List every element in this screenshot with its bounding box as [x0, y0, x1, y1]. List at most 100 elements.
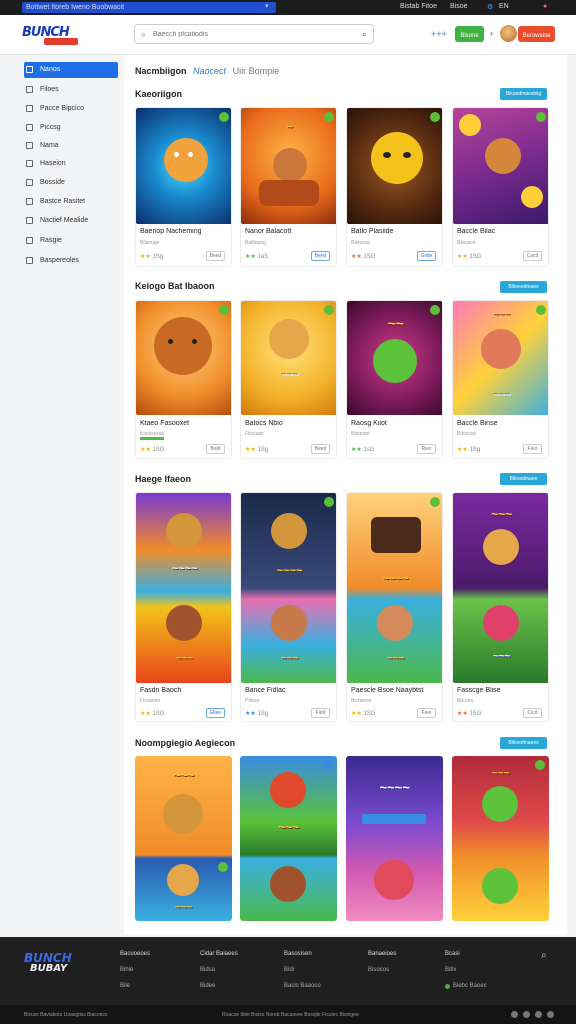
game-card[interactable]: ~~~~ [346, 756, 443, 921]
chevron-down-icon[interactable]: ▾ [265, 2, 269, 10]
play-button[interactable]: Riec [417, 444, 436, 454]
game-card[interactable]: Batlo Plasiide Ristoraa ★★ 1SG Giide [346, 107, 443, 267]
sidebar-item-nactief[interactable]: Nactief Mealide [24, 213, 118, 229]
game-card[interactable]: ~~~ Batocs Nbio Filscaan ★★ 1Sg Beed [240, 300, 337, 459]
grid-icon[interactable]: +++ [431, 29, 447, 39]
facebook-icon[interactable] [511, 1011, 518, 1018]
view-all-button[interactable]: Bikoedmaees [500, 737, 547, 749]
play-button[interactable]: Beed [311, 251, 330, 261]
game-thumbnail[interactable]: ~~~ [241, 301, 336, 415]
play-button[interactable]: Beed [311, 444, 330, 454]
footer-logo[interactable]: BUNCH BUBAY [24, 951, 84, 979]
play-button[interactable]: Ellee [206, 708, 225, 718]
twitter-icon[interactable] [523, 1011, 530, 1018]
footer-link[interactable]: Bitiv [445, 967, 456, 973]
footer-link[interactable]: Bidsa [200, 967, 215, 973]
sidebar-item-baspereoles[interactable]: Baspereoles [24, 253, 118, 269]
favorite-badge-icon[interactable] [536, 305, 546, 315]
game-thumbnail[interactable]: ~~~ ~~~ [453, 301, 548, 415]
game-card[interactable]: ~~~~ ~~~ Paescle Bsoe Naaybtst Bicheoss … [346, 492, 443, 722]
magnifier-icon[interactable]: ⌕ [362, 29, 367, 40]
view-all-button[interactable]: Bikeeedmaes [500, 281, 547, 293]
favorite-badge-icon[interactable] [430, 497, 440, 507]
sidebar-item-bosside[interactable]: Bosside [24, 175, 118, 191]
game-card[interactable]: ~~~ [240, 756, 337, 921]
topbar-link-1[interactable]: Bistab Fitoe [400, 3, 437, 10]
favorite-badge-icon[interactable] [323, 760, 333, 770]
footer-link[interactable]: Bisocos [368, 967, 389, 973]
game-card[interactable]: ~ Nanor Balacott Batlioung ★★ 1aS Beed [240, 107, 337, 267]
game-card[interactable]: ~~~ ~~~ Fasscge Blise Bilcoes ★★ 1SG Cic… [452, 492, 549, 722]
sidebar-item-filoes[interactable]: Filoes [24, 82, 118, 98]
sidebar-item-haseion[interactable]: Haseion [24, 156, 118, 172]
game-card[interactable]: Baccle Bilac Bilxsace ★★ 1SG Cacd [452, 107, 549, 267]
game-thumbnail[interactable] [136, 301, 231, 415]
game-thumbnail[interactable]: ~~~ [240, 756, 337, 921]
sidebar-item-nanos[interactable]: Nanos [24, 62, 118, 78]
search-input[interactable] [153, 28, 343, 41]
game-thumbnail[interactable] [136, 108, 231, 224]
game-thumbnail[interactable]: ~~~~ ~~~ [347, 493, 442, 683]
play-button[interactable]: Giide [417, 251, 436, 261]
favorite-badge-icon[interactable] [430, 112, 440, 122]
youtube-icon[interactable] [547, 1011, 554, 1018]
sidebar-item-bastce[interactable]: Bastce Rasitet [24, 194, 118, 210]
footer-link[interactable]: Bacis Baaoco [284, 983, 321, 989]
favorite-badge-icon[interactable] [218, 862, 228, 872]
game-thumbnail[interactable]: ~~~ [452, 756, 549, 921]
footer-link[interactable]: Bile [120, 983, 130, 989]
view-all-button[interactable]: Bikoedmaee [500, 473, 547, 485]
footer-link[interactable]: Bidee [200, 983, 215, 989]
search-icon[interactable]: ⌕ [541, 950, 547, 961]
play-button[interactable]: Fieo [523, 444, 542, 454]
green-action-button[interactable]: Bisone [455, 26, 484, 42]
favorite-badge-icon[interactable] [324, 305, 334, 315]
brand-logo[interactable]: BUNCH [22, 24, 84, 48]
view-all-button[interactable]: Bikoedmaesbiig [500, 88, 547, 100]
game-thumbnail[interactable] [347, 108, 442, 224]
game-card[interactable]: ~~~ ~~~ [135, 756, 232, 921]
notice-message[interactable]: Bottwet Itoreb Iweno Buobwacit [22, 2, 276, 13]
game-thumbnail[interactable]: ~~~~ ~~~ [136, 493, 231, 683]
favorite-badge-icon[interactable] [536, 112, 546, 122]
game-card[interactable]: Baenop Nacheming Bilanuge ★★ 1Sg Beed [135, 107, 232, 267]
settings-icon[interactable]: ⚙ [487, 3, 493, 11]
language-label[interactable]: EN [499, 3, 509, 10]
favorite-badge-icon[interactable] [324, 112, 334, 122]
game-card[interactable]: ~~~~ ~~~ Barice Fidlac Pilioss ★★ 1Sg Fi… [240, 492, 337, 722]
game-thumbnail[interactable]: ~~~ ~~~ [453, 493, 548, 683]
footer-link[interactable]: Biebc Baoec [453, 983, 487, 989]
footer-link[interactable]: Bihle [120, 967, 133, 973]
play-button[interactable]: Bald [206, 444, 225, 454]
game-thumbnail[interactable]: ~ [241, 108, 336, 224]
user-icon[interactable]: ● [543, 3, 547, 10]
legal-links[interactable]: Roacse Ibiet Bisise Noreb Bacasvee Bosqi… [222, 1012, 359, 1018]
game-thumbnail[interactable] [453, 108, 548, 224]
game-card[interactable]: Ktaeo Fasooxet Ktsstsssue ★★ 1SG Bald [135, 300, 232, 459]
game-thumbnail[interactable]: ~~~~ ~~~ [241, 493, 336, 683]
play-button[interactable]: Fiee [417, 708, 436, 718]
play-button[interactable]: Cicd [523, 708, 542, 718]
avatar[interactable] [500, 25, 517, 42]
game-card[interactable]: ~~ Raosg Kiiot Bitoetan ★★ 1sG Riec [346, 300, 443, 459]
footer-link[interactable]: Bidi [284, 967, 294, 973]
play-button[interactable]: Beed [206, 251, 225, 261]
sidebar-item-piccsg[interactable]: Piccsg [24, 120, 118, 136]
play-button[interactable]: Fidd [311, 708, 330, 718]
tab-nacmbiigon[interactable]: Nacmbiigon [135, 66, 187, 76]
tab-naocect[interactable]: Naocect [193, 66, 226, 76]
game-card[interactable]: ~~~ [452, 756, 549, 921]
favorite-badge-icon[interactable] [219, 112, 229, 122]
play-button[interactable]: Cacd [523, 251, 542, 261]
sidebar-item-nama[interactable]: Nama [24, 138, 118, 154]
sidebar-item-rasgie[interactable]: Rasgie [24, 233, 118, 249]
game-thumbnail[interactable]: ~~~~ [346, 756, 443, 921]
favorite-badge-icon[interactable] [430, 305, 440, 315]
tab-uiir[interactable]: Uiir Bompie [233, 66, 280, 76]
favorite-badge-icon[interactable] [219, 305, 229, 315]
game-card[interactable]: ~~~~ ~~~ Fasdn Baoch Fissacee ★★ 1SG Ell… [135, 492, 232, 722]
favorite-badge-icon[interactable] [535, 760, 545, 770]
search-box[interactable]: ⌕ ⌕ [134, 24, 374, 44]
game-card[interactable]: ~~~ ~~~ Baccle Binse Bitocoss ★★ 1Sg Fie… [452, 300, 549, 459]
game-thumbnail[interactable]: ~~~ ~~~ [135, 756, 232, 921]
